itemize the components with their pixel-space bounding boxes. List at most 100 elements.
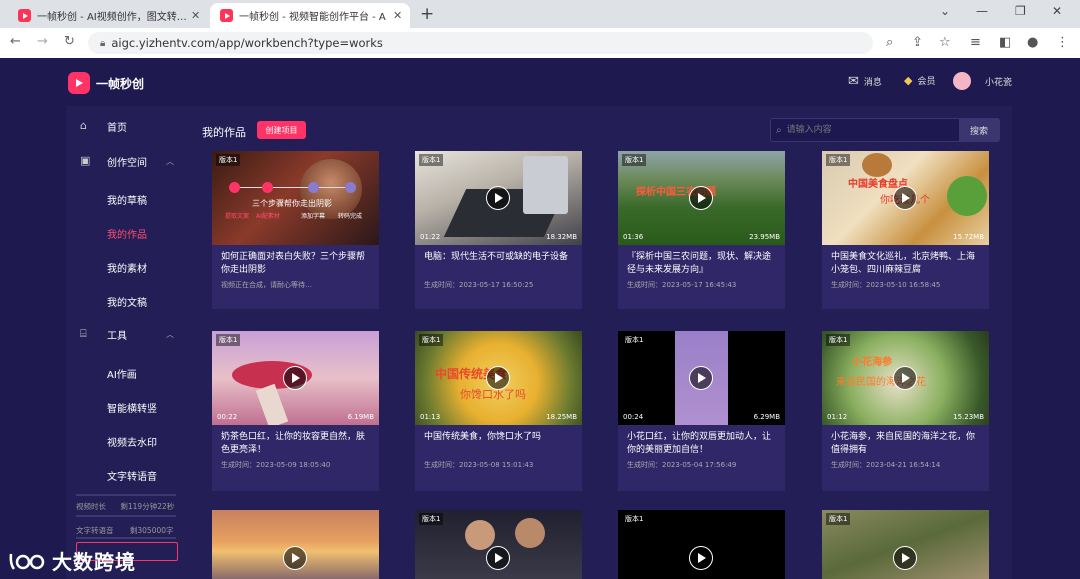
work-card[interactable]: 版本1 [618,510,785,579]
sidebar-item-remove-watermark[interactable]: 视频去水印 [107,434,157,449]
share-icon[interactable]: ⇪ [912,35,923,50]
sidebar-item-scripts[interactable]: 我的文稿 [107,294,147,309]
video-duration: 01:22 [420,233,441,241]
browser-tab-1[interactable]: 一帧秒创 - AI视频创作，图文转… ✕ [8,3,204,28]
sidebar-group-tools[interactable]: ⌸ 工具 ︿ [66,324,190,344]
play-icon[interactable] [283,366,307,390]
video-thumbnail[interactable]: 小花海参 来自民国的海洋之花 版本1 01:12 15.23MB [822,331,989,425]
tab-search-chevron-icon[interactable]: ⌄ [940,4,950,18]
play-icon[interactable] [689,186,713,210]
file-size: 15.72MB [953,233,984,241]
work-card[interactable]: 版本1 00:22 6.19MB 奶茶色口红，让你的妆容更自然，肤色更亮泽！ 生… [212,331,379,491]
sidebar-group-creation[interactable]: ▣ 创作空间 ︿ [66,151,190,171]
work-status: 视频正在合成，请耐心等待… [221,281,312,289]
brand-logo[interactable]: 一帧秒创 [68,72,144,94]
create-project-button[interactable]: 创建项目 [257,121,306,139]
video-duration: 00:24 [623,413,644,421]
file-size: 15.23MB [953,413,984,421]
home-icon: ⌂ [80,119,87,132]
play-icon[interactable] [486,366,510,390]
toolbox-icon: ⌸ [80,327,87,340]
video-thumbnail[interactable]: 版本1 00:24 6.29MB [618,331,785,425]
video-thumbnail[interactable]: 探析中国三农问题 版本1 01:36 23.95MB [618,151,785,245]
quota-video-bar [76,515,176,517]
work-card[interactable]: 探析中国三农问题 版本1 01:36 23.95MB 『探析中国三农问题，现状、… [618,151,785,309]
tab-title: 一帧秒创 - AI视频创作，图文转… [37,12,187,23]
work-title: 小花口红，让你的双唇更加动人，让你的美丽更加自信！ [627,432,772,455]
video-thumbnail[interactable]: 中国美食盘点 你吃过几个 版本1 15.72MB [822,151,989,245]
video-thumbnail[interactable]: 版本1 [618,510,785,579]
video-thumbnail[interactable]: 版本1 [822,510,989,579]
work-card[interactable]: 三个步骤帮你走出阴影 提取文案 AI配素材 添加字幕 转码完成 版本1 如何正确… [212,151,379,309]
logo-icon [68,72,90,94]
file-size: 18.32MB [546,233,577,241]
zoom-icon[interactable]: ⌕ [886,35,893,50]
tab-close-icon[interactable]: ✕ [393,9,402,22]
work-title: 中国传统美食，你馋口水了吗 [424,432,542,442]
close-window-icon[interactable]: ✕ [1052,4,1062,18]
play-icon[interactable] [486,186,510,210]
messages-link[interactable]: ✉ 消息 [848,74,882,89]
profile-icon[interactable]: ● [1027,35,1038,50]
food-salad [947,176,987,216]
file-size: 6.29MB [753,413,780,421]
restore-icon[interactable]: ❐ [1015,4,1026,18]
member-label: 会员 [917,77,936,87]
new-tab-icon[interactable]: + [420,4,434,24]
step-pending-icon [308,182,319,193]
sidebar-item-landscape-to-portrait[interactable]: 智能横转竖 [107,400,157,415]
side-panel-icon[interactable]: ◧ [999,35,1011,50]
play-icon[interactable] [486,546,510,570]
diamond-icon: ◆ [904,74,913,87]
sidebar-item-home[interactable]: ⌂ 首页 [66,116,190,136]
play-icon[interactable] [893,186,917,210]
play-icon[interactable] [689,366,713,390]
forward-icon[interactable]: → [37,34,48,49]
work-card[interactable] [212,510,379,579]
play-icon[interactable] [689,546,713,570]
play-icon[interactable] [893,366,917,390]
video-thumbnail[interactable]: 版本1 [415,510,582,579]
tab-close-icon[interactable]: ✕ [191,9,200,22]
sidebar-item-label: 创作空间 [107,157,147,169]
quota-value: 剩119分钟22秒 [120,502,175,511]
work-card[interactable]: 中国传统美食 你馋口水了吗 版本1 01:13 18.25MB 中国传统美食，你… [415,331,582,491]
video-thumbnail[interactable] [212,510,379,579]
video-duration: 01:12 [827,413,848,421]
video-thumbnail[interactable]: 版本1 00:22 6.19MB [212,331,379,425]
search-input[interactable] [784,124,959,136]
sidebar-item-assets[interactable]: 我的素材 [107,260,147,275]
user-menu[interactable]: 小花瓷 [953,72,1012,90]
back-icon[interactable]: ← [10,34,21,49]
play-icon[interactable] [893,546,917,570]
play-icon[interactable] [283,546,307,570]
step-pending-icon [345,182,356,193]
work-card[interactable]: 版本1 01:22 18.32MB 电脑：现代生活不可或缺的电子设备 生成时间：… [415,151,582,309]
sidebar-item-drafts[interactable]: 我的草稿 [107,192,147,207]
menu-kebab-icon[interactable]: ⋮ [1056,35,1069,50]
work-title: 电脑：现代生活不可或缺的电子设备 [424,252,569,262]
minimize-icon[interactable]: — [976,4,988,18]
sidebar-item-text-to-speech[interactable]: 文字转语音 [107,468,157,483]
bookmark-star-icon[interactable]: ☆ [939,35,951,50]
work-card[interactable]: 版本1 [415,510,582,579]
video-thumbnail[interactable]: 三个步骤帮你走出阴影 提取文案 AI配素材 添加字幕 转码完成 版本1 [212,151,379,245]
browser-tab-2[interactable]: 一帧秒创 - 视频智能创作平台 - A ✕ [210,3,410,28]
sidebar-item-ai-draw[interactable]: AI作画 [107,366,137,381]
work-card[interactable]: 中国美食盘点 你吃过几个 版本1 15.72MB 中国美食文化巡礼，北京烤鸭、上… [822,151,989,309]
work-card[interactable]: 版本1 [822,510,989,579]
avatar [953,72,971,90]
app-favicon-icon [18,9,31,22]
sidebar-item-works[interactable]: 我的作品 [107,226,147,241]
video-duration: 01:13 [420,413,441,421]
reading-list-icon[interactable]: ≡ [970,35,981,50]
work-card[interactable]: 小花海参 来自民国的海洋之花 版本1 01:12 15.23MB 小花海参，来自… [822,331,989,491]
address-bar[interactable]: 🔒︎ aigc.yizhentv.com/app/workbench?type=… [88,32,873,54]
work-card[interactable]: 版本1 00:24 6.29MB 小花口红，让你的双唇更加动人，让你的美丽更加自… [618,331,785,491]
video-thumbnail[interactable]: 版本1 01:22 18.32MB [415,151,582,245]
member-link[interactable]: ◆ 会员 [904,74,935,87]
quota-divider [76,494,176,496]
search-button[interactable]: 搜索 [959,119,999,141]
reload-icon[interactable]: ↻ [64,34,75,49]
video-thumbnail[interactable]: 中国传统美食 你馋口水了吗 版本1 01:13 18.25MB [415,331,582,425]
